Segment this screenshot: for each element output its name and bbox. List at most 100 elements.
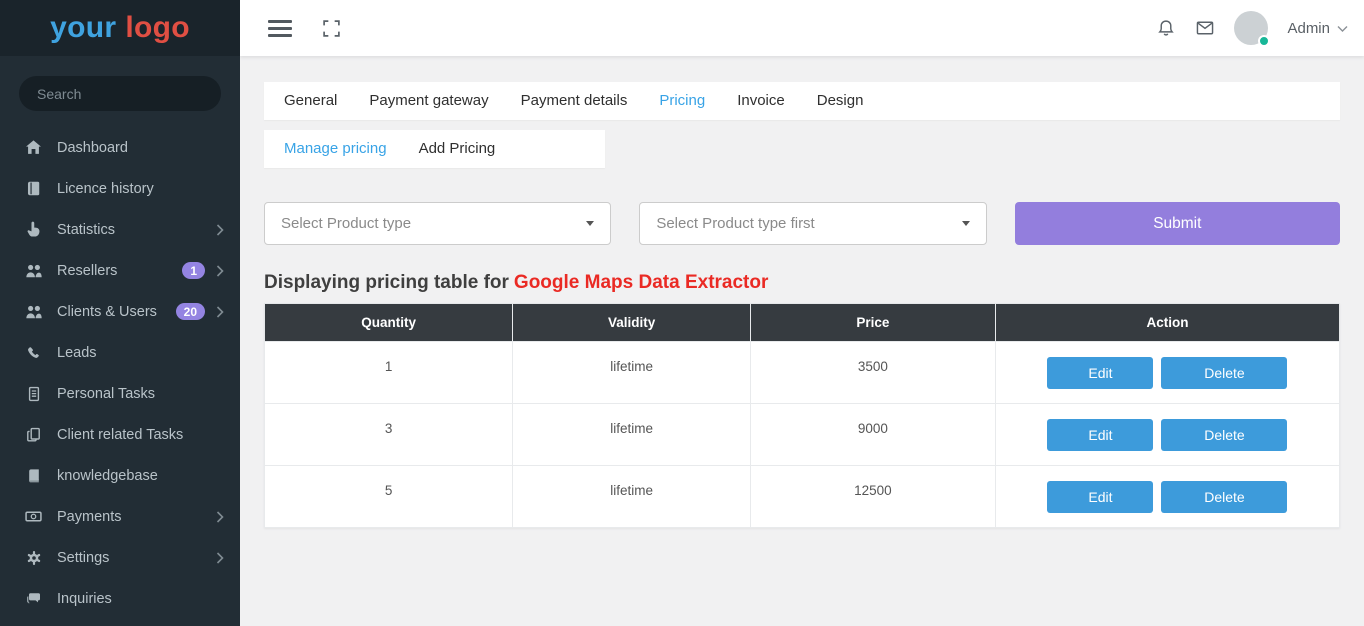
tab-invoice[interactable]: Invoice <box>721 82 801 120</box>
sidebar-item-licence-history[interactable]: Licence history <box>0 168 240 209</box>
settings-tabbar: General Payment gateway Payment details … <box>264 82 1340 120</box>
tab-general[interactable]: General <box>268 82 353 120</box>
delete-button[interactable]: Delete <box>1161 481 1287 513</box>
quantity-cell: 1 <box>265 342 513 404</box>
app-logo[interactable]: your logo <box>50 11 190 45</box>
sidebar-item-settings[interactable]: Settings <box>0 537 240 578</box>
table-header-row: Quantity Validity Price Action <box>265 304 1340 342</box>
book-solid-icon <box>24 466 43 485</box>
sidebar-item-personal-tasks[interactable]: Personal Tasks <box>0 373 240 414</box>
home-icon <box>24 138 43 157</box>
price-cell: 12500 <box>750 466 995 528</box>
select-caret-icon <box>586 221 594 226</box>
table-row: 3 lifetime 9000 EditDelete <box>265 404 1340 466</box>
chevron-right-icon <box>216 306 224 318</box>
quantity-cell: 5 <box>265 466 513 528</box>
action-cell: EditDelete <box>995 342 1339 404</box>
admin-label: Admin <box>1287 20 1330 37</box>
user-avatar[interactable] <box>1234 11 1268 45</box>
chevron-right-icon <box>216 511 224 523</box>
edit-button[interactable]: Edit <box>1047 481 1153 513</box>
logo-area: your logo <box>0 0 240 56</box>
sidebar-item-inquiries[interactable]: Inquiries <box>0 578 240 619</box>
book-icon <box>24 179 43 198</box>
banknote-icon <box>24 507 43 526</box>
online-status-dot <box>1258 35 1270 47</box>
edit-button[interactable]: Edit <box>1047 357 1153 389</box>
logo-part-1: your <box>50 11 116 44</box>
copy-icon <box>24 425 43 444</box>
sidebar-item-label: Leads <box>57 345 97 361</box>
sidebar: your logo Dashboard Licence history Stati… <box>0 0 240 626</box>
pricing-table-heading: Displaying pricing table forGoogle Maps … <box>264 272 1340 294</box>
sidebar-item-label: Client related Tasks <box>57 427 183 443</box>
product-select-value: Select Product type first <box>656 215 814 232</box>
gear-icon <box>24 548 43 567</box>
users-icon <box>24 261 43 280</box>
tab-payment-details[interactable]: Payment details <box>505 82 644 120</box>
action-cell: EditDelete <box>995 466 1339 528</box>
sidebar-item-clients-users[interactable]: Clients & Users 20 <box>0 291 240 332</box>
select-caret-icon <box>962 221 970 226</box>
tab-design[interactable]: Design <box>801 82 880 120</box>
product-type-select[interactable]: Select Product type <box>264 202 611 245</box>
subtab-add-pricing[interactable]: Add Pricing <box>403 130 512 168</box>
pricing-subtabbar: Manage pricing Add Pricing <box>264 130 605 168</box>
column-header-quantity: Quantity <box>265 304 513 342</box>
sidebar-item-resellers[interactable]: Resellers 1 <box>0 250 240 291</box>
admin-user-menu[interactable]: Admin <box>1287 20 1348 37</box>
main-content: General Payment gateway Payment details … <box>240 56 1364 626</box>
sidebar-menu: Dashboard Licence history Statistics Res… <box>0 127 240 619</box>
sidebar-item-client-related-tasks[interactable]: Client related Tasks <box>0 414 240 455</box>
logo-part-2: logo <box>125 11 190 44</box>
sidebar-item-label: Statistics <box>57 222 115 238</box>
table-row: 1 lifetime 3500 EditDelete <box>265 342 1340 404</box>
action-cell: EditDelete <box>995 404 1339 466</box>
phone-icon <box>24 343 43 362</box>
column-header-validity: Validity <box>513 304 751 342</box>
pricing-filter-controls: Select Product type Select Product type … <box>264 202 1340 245</box>
product-name: Google Maps Data Extractor <box>514 272 768 293</box>
tab-pricing[interactable]: Pricing <box>643 82 721 120</box>
table-row: 5 lifetime 12500 EditDelete <box>265 466 1340 528</box>
search-input[interactable] <box>19 76 221 111</box>
sidebar-item-knowledgebase[interactable]: knowledgebase <box>0 455 240 496</box>
submit-button[interactable]: Submit <box>1015 202 1340 245</box>
chevron-right-icon <box>216 552 224 564</box>
edit-button[interactable]: Edit <box>1047 419 1153 451</box>
sidebar-item-label: Inquiries <box>57 591 112 607</box>
hand-pointer-icon <box>24 220 43 239</box>
validity-cell: lifetime <box>513 404 751 466</box>
sidebar-item-label: Clients & Users <box>57 304 157 320</box>
messages-envelope-icon[interactable] <box>1195 18 1215 38</box>
column-header-action: Action <box>995 304 1339 342</box>
sidebar-item-label: Dashboard <box>57 140 128 156</box>
users-icon <box>24 302 43 321</box>
notifications-bell-icon[interactable] <box>1156 18 1176 38</box>
price-cell: 9000 <box>750 404 995 466</box>
pricing-table: Quantity Validity Price Action 1 lifetim… <box>264 303 1340 528</box>
product-select[interactable]: Select Product type first <box>639 202 986 245</box>
fullscreen-icon[interactable] <box>322 19 341 38</box>
validity-cell: lifetime <box>513 466 751 528</box>
topbar: Admin <box>240 0 1364 56</box>
sidebar-item-leads[interactable]: Leads <box>0 332 240 373</box>
column-header-price: Price <box>750 304 995 342</box>
clients-count-badge: 20 <box>176 303 205 320</box>
tab-payment-gateway[interactable]: Payment gateway <box>353 82 504 120</box>
heading-prefix: Displaying pricing table for <box>264 272 509 293</box>
sidebar-item-label: knowledgebase <box>57 468 158 484</box>
sidebar-item-label: Resellers <box>57 263 117 279</box>
chat-icon <box>24 589 43 608</box>
delete-button[interactable]: Delete <box>1161 357 1287 389</box>
sidebar-item-label: Personal Tasks <box>57 386 155 402</box>
document-icon <box>24 384 43 403</box>
subtab-manage-pricing[interactable]: Manage pricing <box>268 130 403 168</box>
price-cell: 3500 <box>750 342 995 404</box>
sidebar-item-label: Payments <box>57 509 121 525</box>
hamburger-menu-icon[interactable] <box>268 16 292 41</box>
sidebar-item-payments[interactable]: Payments <box>0 496 240 537</box>
delete-button[interactable]: Delete <box>1161 419 1287 451</box>
sidebar-item-dashboard[interactable]: Dashboard <box>0 127 240 168</box>
sidebar-item-statistics[interactable]: Statistics <box>0 209 240 250</box>
